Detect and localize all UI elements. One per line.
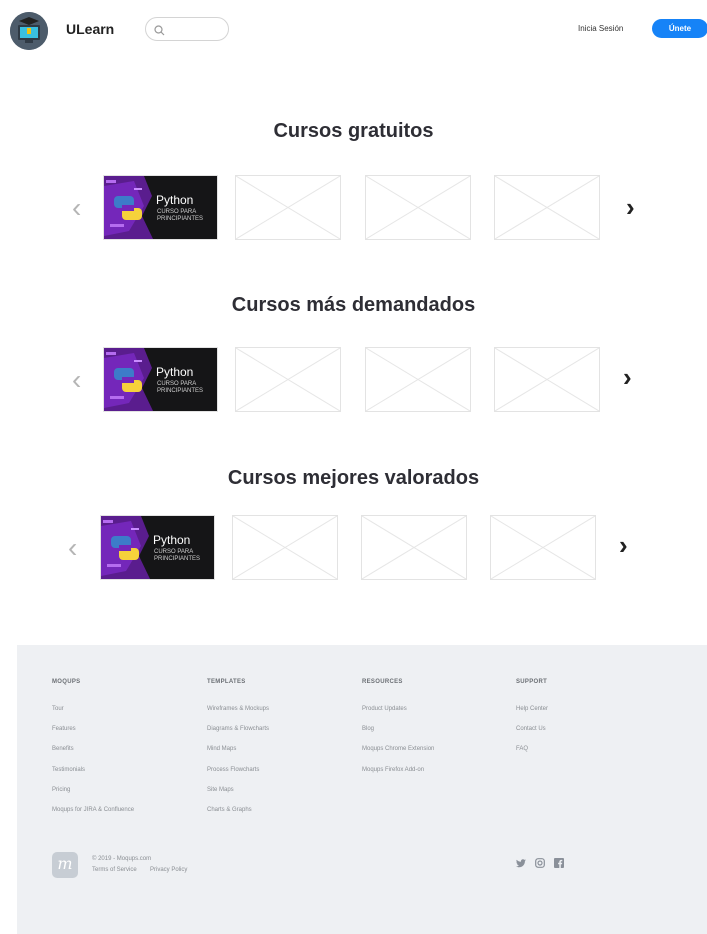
footer-link-tour[interactable]: Tour [52,706,64,712]
image-placeholder-icon [366,348,470,411]
footer-link-pricing[interactable]: Pricing [52,787,70,793]
footer-link-terms[interactable]: Terms of Service [92,867,137,873]
placeholder-card[interactable] [232,515,338,580]
footer-link-process-flowcharts[interactable]: Process Flowcharts [207,767,259,773]
instagram-icon[interactable] [535,858,545,870]
footer-link-benefits[interactable]: Benefits [52,746,74,752]
placeholder-card[interactable] [235,347,341,412]
placeholder-card[interactable] [235,175,341,240]
course-title: Python [153,533,191,547]
carousel-next-popular[interactable]: › [623,362,632,393]
carousel-prev-popular[interactable]: ‹ [72,364,81,396]
search-box[interactable] [145,17,229,41]
footer-link-mind-maps[interactable]: Mind Maps [207,746,236,752]
footer-link-wireframes[interactable]: Wireframes & Mockups [207,706,269,712]
image-placeholder-icon [362,516,466,579]
placeholder-card[interactable] [365,347,471,412]
twitter-icon[interactable] [516,859,526,870]
course-title: Python [156,193,194,207]
footer-link-charts[interactable]: Charts & Graphs [207,807,252,813]
course-title: Python [156,365,194,379]
section-title-popular: Cursos más demandados [231,294,476,316]
footer-link-chrome-extension[interactable]: Moqups Chrome Extension [362,746,434,752]
login-link[interactable]: Inicia Sesión [578,24,623,33]
image-placeholder-icon [491,516,595,579]
footer-heading-moqups: MOQUPS [52,679,81,685]
footer-link-jira[interactable]: Moqups for JIRA & Confluence [52,807,134,813]
moqups-logo-icon[interactable]: m [52,852,78,878]
ulearn-logo-icon[interactable] [10,12,48,50]
search-input[interactable] [168,21,228,39]
facebook-icon[interactable] [554,858,564,870]
footer-link-privacy[interactable]: Privacy Policy [150,867,187,873]
placeholder-card[interactable] [365,175,471,240]
carousel-prev-top-rated[interactable]: ‹ [68,532,77,564]
footer-link-product-updates[interactable]: Product Updates [362,706,407,712]
section-title-free: Cursos gratuitos [273,120,434,142]
course-subtitle: CURSO PARA PRINCIPIANTES [154,549,201,562]
brand-name[interactable]: ULearn [66,21,114,37]
footer-link-features[interactable]: Features [52,726,76,732]
image-placeholder-icon [366,176,470,239]
footer-link-firefox-addon[interactable]: Moqups Firefox Add-on [362,767,424,773]
course-subtitle: CURSO PARA PRINCIPIANTES [157,381,204,394]
image-placeholder-icon [233,516,337,579]
footer-link-diagrams[interactable]: Diagrams & Flowcharts [207,726,269,732]
placeholder-card[interactable] [494,347,600,412]
image-placeholder-icon [495,176,599,239]
course-card-python[interactable]: Python CURSO PARA PRINCIPIANTES [103,347,218,412]
image-placeholder-icon [495,348,599,411]
footer-heading-resources: RESOURCES [362,679,403,685]
footer [17,645,707,934]
placeholder-card[interactable] [361,515,467,580]
placeholder-card[interactable] [490,515,596,580]
footer-heading-templates: TEMPLATES [207,679,246,685]
footer-link-contact[interactable]: Contact Us [516,726,546,732]
image-placeholder-icon [236,348,340,411]
footer-link-testimonials[interactable]: Testimonials [52,767,85,773]
course-card-python[interactable]: Python CURSO PARA PRINCIPIANTES [103,175,218,240]
footer-heading-support: SUPPORT [516,679,548,685]
image-placeholder-icon [236,176,340,239]
search-icon [154,23,165,41]
course-card-python[interactable]: Python CURSO PARA PRINCIPIANTES [100,515,215,580]
footer-link-help-center[interactable]: Help Center [516,706,548,712]
carousel-next-free[interactable]: › [626,192,635,223]
footer-link-faq[interactable]: FAQ [516,746,528,752]
section-title-top-rated: Cursos mejores valorados [227,467,480,489]
carousel-prev-free[interactable]: ‹ [72,192,81,224]
carousel-next-top-rated[interactable]: › [619,530,628,561]
footer-link-blog[interactable]: Blog [362,726,374,732]
join-button[interactable]: Únete [652,19,707,38]
placeholder-card[interactable] [494,175,600,240]
footer-link-site-maps[interactable]: Site Maps [207,787,234,793]
course-subtitle: CURSO PARA PRINCIPIANTES [157,209,204,222]
copyright-text: © 2019 - Moqups.com [92,856,152,862]
